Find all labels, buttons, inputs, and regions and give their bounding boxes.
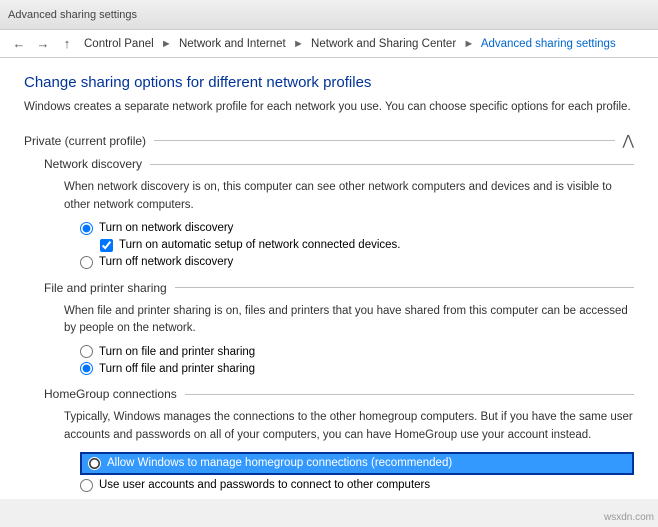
fp-on-radio[interactable]	[80, 345, 93, 358]
breadcrumb-network-sharing-center[interactable]: Network and Sharing Center	[311, 38, 456, 50]
private-profile-chevron[interactable]: ⋀	[623, 132, 634, 149]
nd-divider	[150, 164, 634, 165]
private-profile-content: Network discovery When network discovery…	[24, 157, 634, 492]
fp-divider	[175, 287, 634, 288]
fp-description: When file and printer sharing is on, fil…	[64, 303, 634, 338]
homegroup-title: HomeGroup connections	[44, 387, 185, 401]
file-printer-content: When file and printer sharing is on, fil…	[44, 303, 634, 376]
nd-auto-option[interactable]: Turn on automatic setup of network conne…	[64, 239, 634, 252]
breadcrumb-network-internet[interactable]: Network and Internet	[179, 38, 286, 50]
main-content: Change sharing options for different net…	[0, 58, 658, 499]
file-printer-header: File and printer sharing	[44, 281, 634, 295]
nd-auto-checkbox[interactable]	[100, 239, 113, 252]
back-button[interactable]: ←	[8, 33, 30, 55]
watermark: wsxdn.com	[604, 512, 654, 523]
homegroup-header: HomeGroup connections	[44, 387, 634, 401]
title-bar: Advanced sharing settings	[0, 0, 658, 30]
network-discovery-content: When network discovery is on, this compu…	[44, 179, 634, 269]
window-title: Advanced sharing settings	[8, 9, 137, 21]
file-printer-title: File and printer sharing	[44, 281, 175, 295]
breadcrumb-control-panel[interactable]: Control Panel	[84, 38, 154, 50]
hg-windows-option[interactable]: Allow Windows to manage homegroup connec…	[80, 452, 634, 475]
nd-auto-label: Turn on automatic setup of network conne…	[119, 239, 400, 251]
breadcrumb-advanced-sharing: Advanced sharing settings	[481, 38, 616, 50]
section-divider	[154, 140, 614, 141]
nd-off-radio[interactable]	[80, 256, 93, 269]
network-discovery-title: Network discovery	[44, 157, 150, 171]
address-bar: ← → ↑ Control Panel ► Network and Intern…	[0, 30, 658, 58]
fp-off-label: Turn off file and printer sharing	[99, 363, 255, 375]
hg-accounts-radio[interactable]	[80, 479, 93, 492]
nd-on-radio[interactable]	[80, 222, 93, 235]
hg-divider	[185, 394, 634, 395]
hg-accounts-label: Use user accounts and passwords to conne…	[99, 479, 430, 491]
forward-button[interactable]: →	[32, 33, 54, 55]
nd-description: When network discovery is on, this compu…	[64, 179, 634, 214]
network-discovery-header: Network discovery	[44, 157, 634, 171]
fp-off-radio[interactable]	[80, 362, 93, 375]
nd-on-label: Turn on network discovery	[99, 222, 233, 234]
private-profile-header: Private (current profile) ⋀	[24, 132, 634, 149]
hg-windows-label: Allow Windows to manage homegroup connec…	[107, 457, 452, 469]
nd-on-option[interactable]: Turn on network discovery	[64, 222, 634, 235]
breadcrumb: Control Panel ► Network and Internet ► N…	[84, 38, 616, 50]
page-title: Change sharing options for different net…	[24, 74, 634, 91]
private-profile-title: Private (current profile)	[24, 134, 154, 148]
nd-off-option[interactable]: Turn off network discovery	[64, 256, 634, 269]
fp-off-option[interactable]: Turn off file and printer sharing	[64, 362, 634, 375]
fp-on-label: Turn on file and printer sharing	[99, 346, 255, 358]
page-description: Windows creates a separate network profi…	[24, 99, 634, 116]
hg-description: Typically, Windows manages the connectio…	[64, 409, 634, 444]
nd-off-label: Turn off network discovery	[99, 256, 233, 268]
fp-on-option[interactable]: Turn on file and printer sharing	[64, 345, 634, 358]
hg-windows-radio[interactable]	[88, 457, 101, 470]
homegroup-content: Typically, Windows manages the connectio…	[44, 409, 634, 492]
up-button[interactable]: ↑	[56, 33, 78, 55]
hg-accounts-option[interactable]: Use user accounts and passwords to conne…	[64, 479, 634, 492]
